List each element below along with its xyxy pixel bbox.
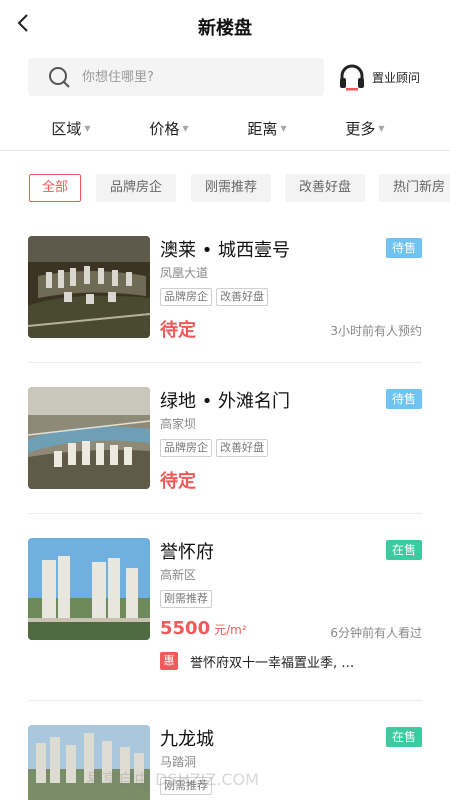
listing-district: 高新区 [160, 568, 197, 582]
page-title: 新楼盘 [198, 18, 252, 39]
top-bar: 新楼盘 [0, 0, 450, 52]
status-badge: 在售 [386, 727, 422, 747]
divider [28, 700, 422, 701]
filter-region[interactable]: 区域 ▼ [22, 108, 120, 148]
caret-down-icon: ▼ [182, 123, 189, 133]
search-box[interactable] [28, 58, 324, 96]
listing-tag: 改善好盘 [216, 288, 268, 306]
advisor-label: 置业顾问 [372, 70, 421, 85]
search-row: 置业顾问 [0, 56, 450, 98]
listing-photo [28, 236, 150, 338]
listing-name: 誉怀府 [160, 542, 214, 563]
filter-label: 价格 [149, 119, 180, 138]
listing-tags: 品牌房企 改善好盘 [160, 439, 272, 457]
status-badge: 在售 [386, 540, 422, 560]
listing-photo [28, 387, 150, 489]
filter-price[interactable]: 价格 ▼ [120, 108, 218, 148]
filter-bar: 区域 ▼ 价格 ▼ 距离 ▼ 更多 ▼ [0, 108, 450, 148]
listing-name: 澳莱 • 城西壹号 [160, 240, 291, 261]
chip-upgrade-homes[interactable]: 改善好盘 [285, 174, 365, 202]
promo-row[interactable]: 惠 誉怀府双十一幸福置业季, … [160, 650, 422, 672]
divider [28, 513, 422, 514]
filter-distance[interactable]: 距离 ▼ [218, 108, 316, 148]
caret-down-icon: ▼ [280, 123, 287, 133]
filter-label: 区域 [51, 119, 82, 138]
search-input[interactable] [82, 58, 312, 96]
listing-tag: 品牌房企 [160, 288, 212, 306]
advisor-button[interactable]: 置业顾问 [338, 60, 438, 94]
listing-tag: 品牌房企 [160, 439, 212, 457]
listing-name: 九龙城 [160, 729, 214, 750]
watermark: 易享自由 DSHZIZ.COM [86, 770, 259, 789]
chip-all[interactable]: 全部 [29, 174, 81, 202]
category-chips: 全部 品牌房企 刚需推荐 改善好盘 热门新房 [0, 174, 450, 202]
listing-price: 5500 元/m² [160, 618, 247, 639]
headset-icon [340, 64, 364, 91]
listing-photo [28, 538, 150, 640]
discount-badge: 惠 [160, 652, 178, 670]
filter-more[interactable]: 更多 ▼ [316, 108, 414, 148]
caret-down-icon: ▼ [84, 123, 91, 133]
listing-tags: 品牌房企 改善好盘 [160, 288, 272, 306]
chip-brand-developers[interactable]: 品牌房企 [96, 174, 176, 202]
caret-down-icon: ▼ [378, 123, 385, 133]
listing-tag: 改善好盘 [216, 439, 268, 457]
filter-label: 更多 [345, 119, 376, 138]
price-unit: 元/m² [214, 623, 247, 637]
divider [0, 150, 450, 151]
listing-card[interactable]: 绿地 • 外滩名门 待售 高家坝 品牌房企 改善好盘 待定 [0, 387, 450, 492]
listing-district: 凤凰大道 [160, 266, 209, 280]
listing-tags: 刚需推荐 [160, 590, 216, 608]
status-badge: 待售 [386, 238, 422, 258]
promo-text: 誉怀府双十一幸福置业季, … [190, 655, 355, 671]
chip-hot-new-homes[interactable]: 热门新房 [379, 174, 450, 202]
listing-activity: 3小时前有人预约 [330, 324, 422, 338]
price-value: 5500 [160, 618, 211, 639]
listing-name: 绿地 • 外滩名门 [160, 391, 291, 412]
chip-starter-homes[interactable]: 刚需推荐 [191, 174, 271, 202]
listing-activity: 6分钟前有人看过 [330, 626, 422, 640]
listing-price: 待定 [160, 471, 196, 492]
listing-card[interactable]: 誉怀府 在售 高新区 刚需推荐 5500 元/m² 6分钟前有人看过 惠 誉怀府双… [0, 538, 450, 678]
filter-label: 距离 [247, 119, 278, 138]
listing-tag: 刚需推荐 [160, 590, 212, 608]
listing-price: 待定 [160, 320, 196, 341]
listing-district: 高家坝 [160, 417, 197, 431]
divider [28, 362, 422, 363]
search-icon [49, 67, 70, 88]
status-badge: 待售 [386, 389, 422, 409]
listing-card[interactable]: 澳莱 • 城西壹号 待售 凤凰大道 品牌房企 改善好盘 待定 3小时前有人预约 [0, 236, 450, 341]
